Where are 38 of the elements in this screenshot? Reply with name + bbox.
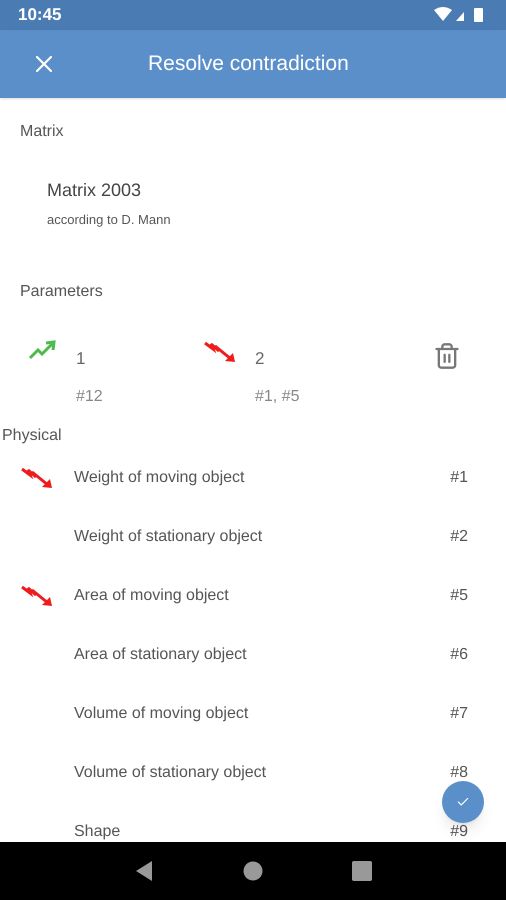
- parameter-name: Area of stationary object: [74, 644, 248, 664]
- delete-icon: [433, 342, 461, 370]
- parameter-name: Volume of stationary object: [74, 762, 268, 782]
- confirm-button[interactable]: [442, 781, 484, 823]
- overview-icon[interactable]: [352, 861, 372, 881]
- clock: 10:45: [18, 4, 62, 26]
- parameter-ref: #9: [450, 822, 468, 842]
- window-title: Resolve contradiction: [148, 51, 349, 78]
- parameter-ref: #6: [450, 644, 468, 664]
- matrix-subtitle: according to D. Mann: [47, 211, 172, 229]
- parameter-name: Weight of moving object: [74, 468, 246, 488]
- group-title: Physical: [2, 426, 63, 446]
- home-icon[interactable]: [242, 861, 263, 881]
- parameter-number: 1: [76, 348, 86, 370]
- parameter-ref: #5: [450, 586, 468, 606]
- parameter-row[interactable]: Weight of moving object #1: [0, 448, 506, 507]
- parameter-row[interactable]: Volume of moving object #7: [0, 684, 506, 743]
- parameter-row[interactable]: Area of moving object #5: [0, 566, 506, 625]
- section-label: Matrix: [20, 122, 65, 142]
- delete-button[interactable]: [433, 342, 461, 370]
- section-label: Parameters: [20, 282, 104, 302]
- parameter-row[interactable]: Area of stationary object #6: [0, 625, 506, 684]
- parameter-row[interactable]: Shape #9: [0, 802, 506, 842]
- parameter-ref: #7: [450, 704, 468, 724]
- parameter-refs: #12: [76, 387, 103, 407]
- parameter-refs: #1, #5: [255, 387, 300, 407]
- parameter-name: Shape: [74, 822, 122, 842]
- parameter-row[interactable]: Weight of stationary object #2: [0, 507, 506, 566]
- parameter-row[interactable]: Volume of stationary object #8: [0, 743, 506, 802]
- parameter-number: 2: [255, 348, 266, 370]
- parameter-name: Weight of stationary object: [74, 526, 264, 546]
- parameter-ref: #1: [450, 468, 468, 488]
- matrix-name: Matrix 2003: [47, 179, 142, 202]
- parameter-ref: #8: [450, 762, 468, 782]
- parameter-ref: #2: [450, 526, 468, 546]
- parameter-name: Volume of moving object: [74, 704, 250, 724]
- parameter-name: Area of moving object: [74, 586, 230, 606]
- back-icon[interactable]: [134, 860, 154, 882]
